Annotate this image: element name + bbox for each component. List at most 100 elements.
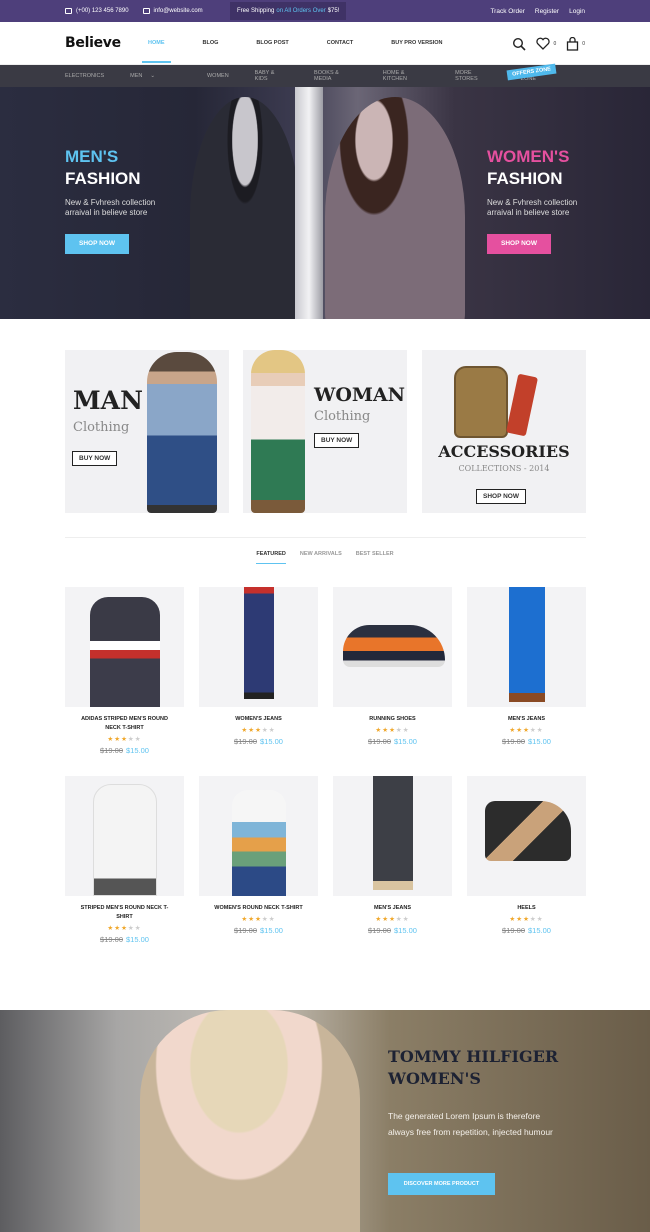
banner-woman-subtitle: Clothing — [314, 409, 371, 424]
promo-model-image — [140, 1010, 360, 1232]
product-card[interactable]: MEN'S JEANS ★★★★★ $19.00 $15.00 — [467, 587, 586, 746]
cat-books-media[interactable]: BOOKS & MEDIA — [314, 70, 357, 82]
hero-left-title-1: MEN'S — [65, 147, 119, 166]
cat-baby-kids[interactable]: BABY & KIDS — [255, 70, 288, 82]
product-name[interactable]: WOMEN'S JEANS — [199, 715, 318, 724]
belt-image — [505, 373, 539, 437]
cat-men[interactable]: MEN ⌄ — [130, 73, 181, 79]
product-name[interactable]: WOMEN'S ROUND NECK T-SHIRT — [199, 904, 318, 913]
product-card[interactable]: RUNNING SHOES ★★★★★ $19.00 $15.00 — [333, 587, 452, 746]
hero-right-text-1: New & Fvhresh collection — [487, 198, 578, 207]
hero-right-title-1: WOMEN'S — [487, 147, 570, 166]
product-card[interactable]: WOMEN'S ROUND NECK T-SHIRT ★★★★★ $19.00 $… — [199, 776, 318, 935]
tab-new-arrivals[interactable]: NEW ARRIVALS — [300, 551, 342, 564]
product-name[interactable]: RUNNING SHOES — [333, 715, 452, 724]
hero-left-text-1: New & Fvhresh collection — [65, 198, 156, 207]
product-card[interactable]: MEN'S JEANS ★★★★★ $19.00 $15.00 — [333, 776, 452, 935]
hero-right-shop-button[interactable]: SHOP NOW — [487, 234, 551, 254]
logo[interactable]: Believe — [65, 35, 148, 51]
banner-woman-buy-button[interactable]: BUY NOW — [314, 433, 360, 448]
product-card[interactable]: STRIPED MEN'S ROUND NECK T-SHIRT ★★★★★ $… — [65, 776, 184, 944]
hero-right-text-2: arraival in believe store — [487, 208, 570, 217]
banner-accessories-title: ACCESSORIES — [438, 442, 570, 461]
product-name[interactable]: STRIPED MEN'S ROUND NECK T-SHIRT — [65, 904, 184, 922]
product-tabs: FEATURED NEW ARRIVALS BEST SELLER — [0, 551, 650, 564]
product-price: $19.00 $15.00 — [368, 926, 417, 935]
nav-blog[interactable]: BLOG — [203, 40, 219, 46]
hero-left-text-2: arraival in believe store — [65, 208, 148, 217]
search-icon — [513, 37, 527, 51]
product-rating: ★★★★★ — [107, 925, 142, 932]
product-name[interactable]: MEN'S JEANS — [467, 715, 586, 724]
banner-man-subtitle: Clothing — [73, 420, 130, 435]
banner-man[interactable]: MAN Clothing BUY NOW — [65, 350, 229, 513]
product-name[interactable]: HEELS — [467, 904, 586, 913]
product-card[interactable]: ADIDAS STRIPED MEN'S ROUND NECK T-SHIRT … — [65, 587, 184, 755]
product-rating: ★★★★★ — [241, 727, 276, 734]
shipping-notice: Free Shipping on All Orders Over $75! — [230, 2, 347, 20]
product-card[interactable]: HEELS ★★★★★ $19.00 $15.00 — [467, 776, 586, 935]
section-divider — [65, 537, 586, 538]
email-info[interactable]: info@website.com — [142, 8, 203, 14]
product-image[interactable] — [65, 587, 184, 707]
product-price: $19.00 $15.00 — [502, 926, 551, 935]
product-name[interactable]: ADIDAS STRIPED MEN'S ROUND NECK T-SHIRT — [65, 715, 184, 733]
cat-women[interactable]: WOMEN — [207, 73, 229, 79]
product-image[interactable] — [333, 587, 452, 707]
hero-banner: MEN'S FASHION New & Fvhresh collection arr… — [0, 87, 650, 319]
register-link[interactable]: Register — [535, 8, 559, 15]
product-image[interactable] — [467, 587, 586, 707]
promo-title-2: WOMEN'S — [388, 1069, 481, 1088]
product-rating: ★★★★★ — [241, 916, 276, 923]
category-bar: ELECTRONICS MEN ⌄ WOMEN BABY & KIDS BOOKS… — [0, 63, 650, 87]
track-order-link[interactable]: Track Order — [490, 8, 524, 15]
hero-left-text: MEN'S FASHION New & Fvhresh collection arr… — [65, 146, 155, 254]
wishlist-button[interactable]: 0 — [536, 37, 556, 50]
product-image[interactable] — [199, 776, 318, 896]
product-image[interactable] — [199, 587, 318, 707]
cat-home-kitchen[interactable]: HOME & KITCHEN — [383, 70, 429, 82]
cat-electronics[interactable]: ELECTRONICS — [65, 73, 104, 79]
product-name[interactable]: MEN'S JEANS — [333, 904, 452, 913]
heart-icon — [536, 37, 551, 50]
wishlist-count: 0 — [553, 40, 557, 47]
nav-contact[interactable]: CONTACT — [327, 40, 353, 46]
banner-man-title: MAN — [73, 386, 143, 415]
banner-accessories[interactable]: ACCESSORIES COLLECTIONS - 2014 SHOP NOW — [422, 350, 586, 513]
nav-blog-post[interactable]: BLOG POST — [256, 40, 288, 46]
promo-text: TOMMY HILFIGER WOMEN'S The generated Lore… — [388, 1046, 588, 1140]
cat-more-stores[interactable]: MORE STORES — [455, 70, 495, 82]
banner-accessories-subtitle: COLLECTIONS - 2014 — [458, 464, 550, 473]
main-nav: HOME BLOG BLOG POST CONTACT BUY PRO VERS… — [142, 40, 481, 63]
product-card[interactable]: WOMEN'S JEANS ★★★★★ $19.00 $15.00 — [199, 587, 318, 746]
product-rating: ★★★★★ — [107, 736, 142, 743]
promo-title-1: TOMMY HILFIGER — [388, 1047, 559, 1066]
product-image[interactable] — [467, 776, 586, 896]
promo-description: The generated Lorem Ipsum is therefore a… — [388, 1111, 553, 1137]
product-price: $19.00 $15.00 — [502, 737, 551, 746]
product-rating: ★★★★★ — [375, 727, 410, 734]
product-rating: ★★★★★ — [509, 727, 544, 734]
hero-right-title-2: FASHION — [487, 169, 563, 188]
cart-button[interactable]: 0 — [566, 36, 585, 51]
product-image[interactable] — [65, 776, 184, 896]
hero-left-title-2: FASHION — [65, 169, 141, 188]
login-link[interactable]: Login — [569, 8, 585, 15]
banner-woman[interactable]: WOMAN Clothing BUY NOW — [243, 350, 407, 513]
product-price: $19.00 $15.00 — [234, 737, 283, 746]
backpack-image — [454, 366, 508, 438]
tab-best-seller[interactable]: BEST SELLER — [356, 551, 394, 564]
discover-more-button[interactable]: DISCOVER MORE PRODUCT — [388, 1173, 495, 1195]
banner-man-buy-button[interactable]: BUY NOW — [72, 451, 118, 466]
cart-count: 0 — [582, 40, 585, 47]
mail-icon — [142, 8, 150, 14]
chevron-down-icon: ⌄ — [150, 73, 155, 79]
nav-home[interactable]: HOME — [142, 40, 170, 63]
hero-left-shop-button[interactable]: SHOP NOW — [65, 234, 129, 254]
tab-featured[interactable]: FEATURED — [256, 551, 286, 564]
hero-woman-image — [325, 97, 465, 319]
nav-buy-pro[interactable]: BUY PRO VERSION — [391, 40, 442, 46]
search-button[interactable] — [512, 37, 527, 51]
product-image[interactable] — [333, 776, 452, 896]
banner-accessories-shop-button[interactable]: SHOP NOW — [476, 489, 526, 504]
